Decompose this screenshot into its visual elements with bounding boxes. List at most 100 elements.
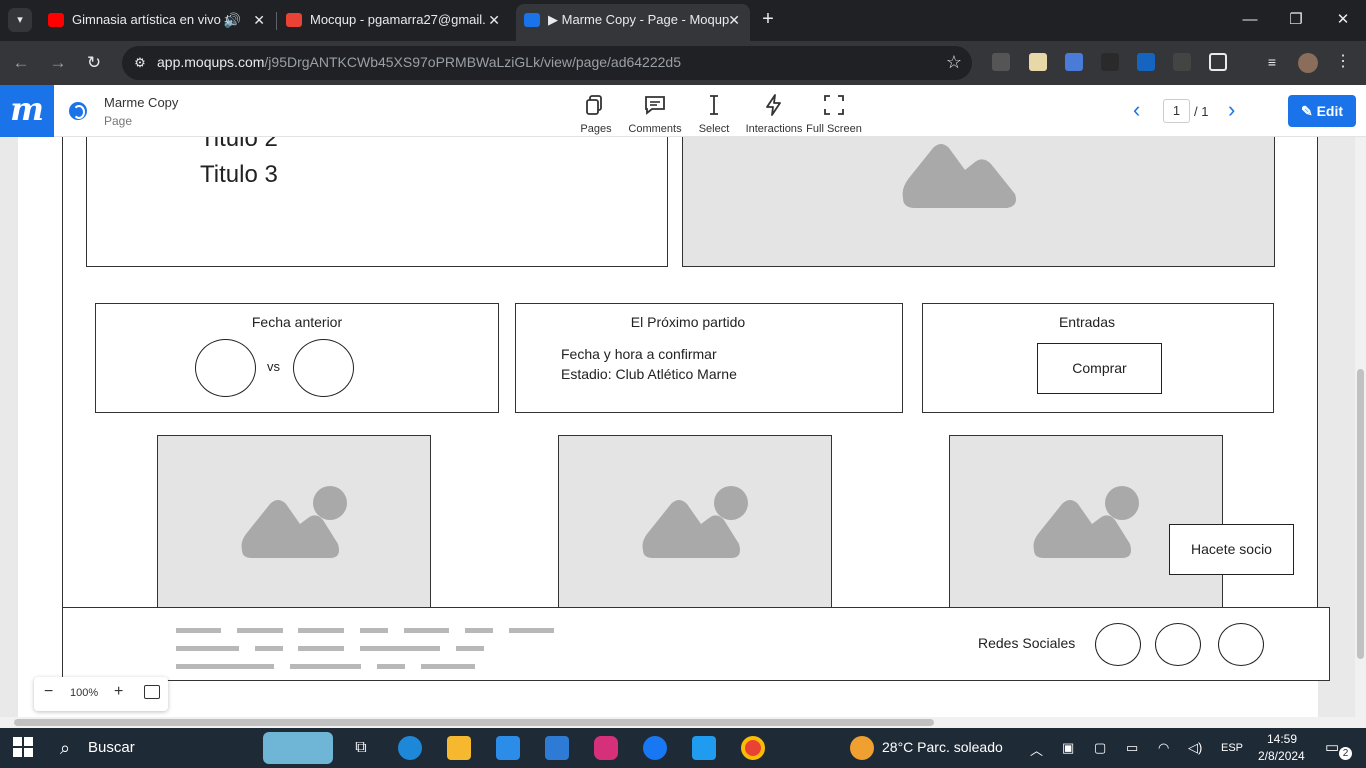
site-settings-icon[interactable]: ⚙ [130,53,150,73]
select-icon [710,95,718,115]
footer-link-placeholder [290,664,361,669]
back-icon[interactable]: ← [8,50,34,76]
weather-text[interactable]: 28°C Parc. soleado [882,739,1003,755]
close-tab-icon[interactable]: ✕ [728,4,740,36]
extension-icon[interactable] [992,53,1010,71]
page-number-input[interactable]: 1 [1163,99,1190,123]
join-button[interactable]: Hacete socio [1169,524,1294,575]
chrome-icon[interactable] [741,736,765,760]
tickets-title: Entradas [1058,314,1116,330]
mail-icon[interactable] [545,736,569,760]
taskbar: ⌕ Buscar ⧉ 28°C Parc. soleado ︿ ▣ ▢ ▭ ◠ … [0,728,1366,768]
more-menu-icon[interactable]: ⋮ [1334,53,1352,71]
footer: Redes Sociales [62,607,1330,681]
moqups-logo[interactable]: m [0,85,54,137]
tool-label: Full Screen [806,123,862,135]
facebook-icon[interactable] [643,736,667,760]
tool-label: Select [698,123,730,135]
close-tab-icon[interactable]: ✕ [253,6,265,34]
minimize-icon[interactable]: — [1238,8,1262,32]
next-match-date: Fecha y hora a confirmar [561,346,717,362]
tab-moqups[interactable]: ▶ Marme Copy - Page - Moqup ✕ [516,4,750,41]
bookmark-star-icon[interactable]: ☆ [946,52,962,73]
vertical-scrollbar[interactable] [1355,137,1366,717]
close-tab-icon[interactable]: ✕ [488,6,500,34]
tab-title: Mocqup - pgamarra27@gmail. [310,12,486,27]
social-icon[interactable] [1218,623,1264,666]
prev-page-icon[interactable]: ‹ [1133,99,1140,121]
footer-link-placeholder [176,628,221,633]
search-highlight-image [263,732,333,764]
tab-divider [276,12,277,30]
globe-icon[interactable] [69,102,87,120]
next-match-box: El Próximo partido Fecha y hora a confir… [515,303,903,413]
team-logo-home [195,339,256,397]
footer-link-placeholder [176,646,239,651]
file-explorer-icon[interactable] [447,736,471,760]
restore-icon[interactable]: ❐ [1284,8,1308,32]
notification-icon[interactable]: ▭ [1325,738,1339,756]
next-page-icon[interactable]: › [1228,99,1235,121]
edit-button[interactable]: ✎ Edit [1288,95,1356,127]
footer-link-placeholder [456,646,484,651]
address-bar[interactable]: ⚙ app.moqups.com/j95DrgANTKCWb45XS97oPRM… [122,46,972,80]
avatar[interactable] [1298,53,1318,73]
zoom-out-button[interactable]: − [44,683,53,701]
volume-icon[interactable]: ◁) [1188,740,1202,756]
doc-subtitle: Page [104,114,133,128]
forward-icon[interactable]: → [45,50,71,76]
tab-search-icon[interactable]: ▾ [8,8,32,32]
speaker-icon[interactable]: 🔊 [224,6,241,34]
tray-app-icon[interactable]: ▢ [1094,740,1106,756]
tool-label: Pages [580,123,612,135]
footer-link-placeholder [465,628,493,633]
social-icon[interactable] [1095,623,1141,666]
task-view-icon[interactable]: ⧉ [349,736,373,760]
moqups-header: m Marme Copy Page Pages Comments Select … [0,85,1366,137]
tray-chevron-icon[interactable]: ︿ [1030,740,1043,759]
window-close-icon[interactable]: ✕ [1331,8,1355,32]
image-icon [642,486,748,558]
translate-icon[interactable] [1065,53,1083,71]
pencil-icon: ✎ [1300,103,1317,119]
image-placeholder [157,435,431,615]
wifi-icon[interactable]: ◠ [1158,740,1169,756]
tab-youtube[interactable]: Gimnasia artística en vivo # 🔊 ✕ [40,6,275,41]
media-icon[interactable]: ≡ [1263,53,1281,71]
reload-icon[interactable]: ↻ [81,50,107,76]
clock-date[interactable]: 2/8/2024 [1258,749,1305,763]
edge-icon[interactable] [398,736,422,760]
fullscreen-button[interactable]: Full Screen [799,93,869,135]
windows-start-icon[interactable] [12,737,34,759]
footer-link-placeholder [421,664,475,669]
battery-icon[interactable]: ▭ [1126,740,1138,756]
footer-link-placeholder [360,628,388,633]
instagram-icon[interactable] [594,736,618,760]
social-icon[interactable] [1155,623,1201,666]
clock-time[interactable]: 14:59 [1267,732,1297,746]
extension-icon[interactable] [1029,53,1047,71]
extension-icon[interactable] [1137,53,1155,71]
new-tab-button[interactable]: + [758,8,778,32]
next-match-title: El Próximo partido [630,314,746,330]
weather-icon [850,736,874,760]
image-icon [241,486,347,558]
youtube-icon [48,13,64,27]
zoom-in-button[interactable]: + [114,683,123,701]
puzzle-icon[interactable] [1209,53,1227,71]
tray-app-icon[interactable]: ▣ [1062,740,1074,756]
extension-icon[interactable] [1101,53,1119,71]
language-indicator[interactable]: ESP [1221,742,1243,754]
fit-screen-icon[interactable] [144,685,160,699]
store-icon[interactable] [496,736,520,760]
vscode-icon[interactable] [692,736,716,760]
buy-button[interactable]: Comprar [1037,343,1162,394]
scroll-thumb[interactable] [1357,369,1364,659]
horizontal-scrollbar[interactable] [0,717,1366,728]
scroll-thumb[interactable] [14,719,934,726]
title-3: Titulo 3 [200,161,278,188]
extension-icon[interactable] [1173,53,1191,71]
tab-title: ▶ Marme Copy - Page - Moqup [548,12,730,27]
tab-gmail[interactable]: Mocqup - pgamarra27@gmail. ✕ [278,6,510,41]
taskbar-search[interactable]: ⌕ Buscar [48,728,338,768]
